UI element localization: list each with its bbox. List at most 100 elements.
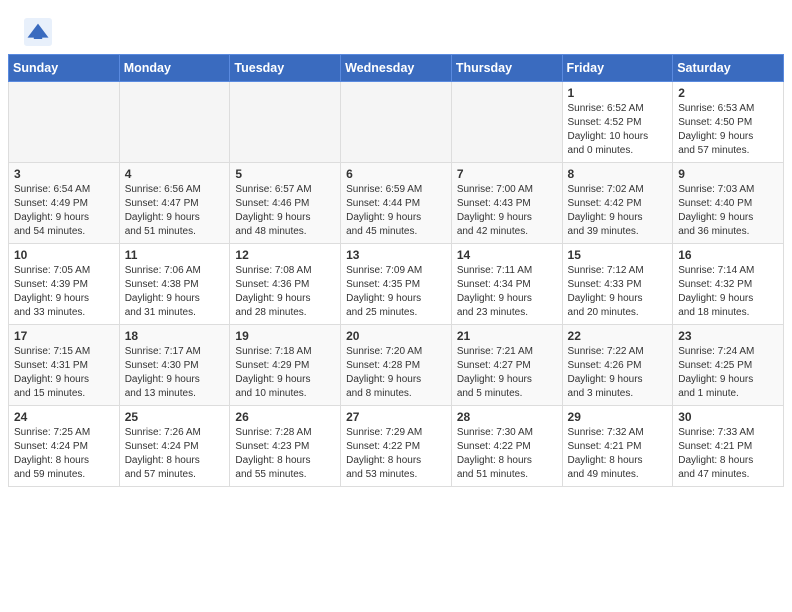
weekday-header-cell: Monday bbox=[119, 55, 230, 82]
day-number: 29 bbox=[568, 410, 668, 424]
day-info: Sunrise: 6:56 AM Sunset: 4:47 PM Dayligh… bbox=[125, 183, 225, 239]
day-info: Sunrise: 6:54 AM Sunset: 4:49 PM Dayligh… bbox=[14, 183, 114, 239]
day-number: 15 bbox=[568, 248, 668, 262]
day-number: 16 bbox=[678, 248, 778, 262]
calendar-wrap: SundayMondayTuesdayWednesdayThursdayFrid… bbox=[0, 54, 792, 495]
day-info: Sunrise: 7:24 AM Sunset: 4:25 PM Dayligh… bbox=[678, 345, 778, 401]
day-number: 11 bbox=[125, 248, 225, 262]
day-info: Sunrise: 6:59 AM Sunset: 4:44 PM Dayligh… bbox=[346, 183, 446, 239]
day-number: 6 bbox=[346, 167, 446, 181]
calendar-day-cell: 7Sunrise: 7:00 AM Sunset: 4:43 PM Daylig… bbox=[451, 163, 562, 244]
calendar-table: SundayMondayTuesdayWednesdayThursdayFrid… bbox=[8, 54, 784, 487]
calendar-day-cell: 8 Sunrise: 7:02 AM Sunset: 4:42 PM Daylig… bbox=[562, 163, 673, 244]
calendar-day-cell: 24 Sunrise: 7:25 AM Sunset: 4:24 PM Dayli… bbox=[9, 406, 120, 487]
day-number: 17 bbox=[14, 329, 114, 343]
day-number: 18 bbox=[125, 329, 225, 343]
day-number: 23 bbox=[678, 329, 778, 343]
calendar-day-cell: 28 Sunrise: 7:30 AM Sunset: 4:22 PM Dayli… bbox=[451, 406, 562, 487]
day-number: 1 bbox=[568, 86, 668, 100]
day-info: Sunrise: 7:22 AM Sunset: 4:26 PM Dayligh… bbox=[568, 345, 668, 401]
day-info: Sunrise: 7:12 AM Sunset: 4:33 PM Dayligh… bbox=[568, 264, 668, 320]
calendar-day-cell: 29 Sunrise: 7:32 AM Sunset: 4:21 PM Dayli… bbox=[562, 406, 673, 487]
day-number: 25 bbox=[125, 410, 225, 424]
day-info: Sunrise: 7:28 AM Sunset: 4:23 PM Dayligh… bbox=[235, 426, 335, 482]
day-info: Sunrise: 7:30 AM Sunset: 4:22 PM Dayligh… bbox=[457, 426, 557, 482]
day-number: 5 bbox=[235, 167, 335, 181]
calendar-week-row: 17 Sunrise: 7:15 AM Sunset: 4:31 PM Dayli… bbox=[9, 325, 784, 406]
day-number: 13 bbox=[346, 248, 446, 262]
day-info: Sunrise: 7:02 AM Sunset: 4:42 PM Dayligh… bbox=[568, 183, 668, 239]
day-number: 3 bbox=[14, 167, 114, 181]
day-number: 12 bbox=[235, 248, 335, 262]
day-info: Sunrise: 7:15 AM Sunset: 4:31 PM Dayligh… bbox=[14, 345, 114, 401]
day-info: Sunrise: 7:29 AM Sunset: 4:22 PM Dayligh… bbox=[346, 426, 446, 482]
calendar-day-cell: 6 Sunrise: 6:59 AM Sunset: 4:44 PM Daylig… bbox=[341, 163, 452, 244]
calendar-day-cell: 20 Sunrise: 7:20 AM Sunset: 4:28 PM Dayli… bbox=[341, 325, 452, 406]
day-info: Sunrise: 7:20 AM Sunset: 4:28 PM Dayligh… bbox=[346, 345, 446, 401]
calendar-day-cell: 9 Sunrise: 7:03 AM Sunset: 4:40 PM Daylig… bbox=[673, 163, 784, 244]
day-info: Sunrise: 7:08 AM Sunset: 4:36 PM Dayligh… bbox=[235, 264, 335, 320]
weekday-header-cell: Thursday bbox=[451, 55, 562, 82]
day-number: 10 bbox=[14, 248, 114, 262]
calendar-day-cell: 12 Sunrise: 7:08 AM Sunset: 4:36 PM Dayli… bbox=[230, 244, 341, 325]
day-info: Sunrise: 6:53 AM Sunset: 4:50 PM Dayligh… bbox=[678, 102, 778, 158]
weekday-header-cell: Wednesday bbox=[341, 55, 452, 82]
calendar-day-cell: 1 Sunrise: 6:52 AM Sunset: 4:52 PM Daylig… bbox=[562, 82, 673, 163]
calendar-day-cell: 4 Sunrise: 6:56 AM Sunset: 4:47 PM Daylig… bbox=[119, 163, 230, 244]
calendar-day-cell: 27 Sunrise: 7:29 AM Sunset: 4:22 PM Dayli… bbox=[341, 406, 452, 487]
weekday-header-cell: Friday bbox=[562, 55, 673, 82]
day-number: 30 bbox=[678, 410, 778, 424]
day-number: 2 bbox=[678, 86, 778, 100]
calendar-day-cell: 19 Sunrise: 7:18 AM Sunset: 4:29 PM Dayli… bbox=[230, 325, 341, 406]
day-number: 19 bbox=[235, 329, 335, 343]
calendar-week-row: 24 Sunrise: 7:25 AM Sunset: 4:24 PM Dayli… bbox=[9, 406, 784, 487]
calendar-day-cell bbox=[341, 82, 452, 163]
day-info: Sunrise: 7:06 AM Sunset: 4:38 PM Dayligh… bbox=[125, 264, 225, 320]
day-number: 9 bbox=[678, 167, 778, 181]
calendar-header: SundayMondayTuesdayWednesdayThursdayFrid… bbox=[9, 55, 784, 82]
logo bbox=[24, 18, 56, 46]
day-number: 7 bbox=[457, 167, 557, 181]
weekday-header-cell: Sunday bbox=[9, 55, 120, 82]
day-number: 20 bbox=[346, 329, 446, 343]
calendar-week-row: 1 Sunrise: 6:52 AM Sunset: 4:52 PM Daylig… bbox=[9, 82, 784, 163]
day-info: Sunrise: 7:21 AM Sunset: 4:27 PM Dayligh… bbox=[457, 345, 557, 401]
calendar-day-cell: 16Sunrise: 7:14 AM Sunset: 4:32 PM Dayli… bbox=[673, 244, 784, 325]
calendar-day-cell bbox=[119, 82, 230, 163]
day-info: Sunrise: 6:52 AM Sunset: 4:52 PM Dayligh… bbox=[568, 102, 668, 158]
calendar-day-cell: 30 Sunrise: 7:33 AM Sunset: 4:21 PM Dayli… bbox=[673, 406, 784, 487]
day-number: 21 bbox=[457, 329, 557, 343]
day-info: Sunrise: 7:09 AM Sunset: 4:35 PM Dayligh… bbox=[346, 264, 446, 320]
calendar-day-cell: 18 Sunrise: 7:17 AM Sunset: 4:30 PM Dayli… bbox=[119, 325, 230, 406]
weekday-header-cell: Tuesday bbox=[230, 55, 341, 82]
day-info: Sunrise: 7:17 AM Sunset: 4:30 PM Dayligh… bbox=[125, 345, 225, 401]
day-number: 27 bbox=[346, 410, 446, 424]
weekday-header-row: SundayMondayTuesdayWednesdayThursdayFrid… bbox=[9, 55, 784, 82]
page-header bbox=[0, 0, 792, 54]
calendar-day-cell: 2 Sunrise: 6:53 AM Sunset: 4:50 PM Daylig… bbox=[673, 82, 784, 163]
day-number: 28 bbox=[457, 410, 557, 424]
calendar-week-row: 3 Sunrise: 6:54 AM Sunset: 4:49 PM Daylig… bbox=[9, 163, 784, 244]
day-number: 24 bbox=[14, 410, 114, 424]
day-number: 4 bbox=[125, 167, 225, 181]
day-info: Sunrise: 7:25 AM Sunset: 4:24 PM Dayligh… bbox=[14, 426, 114, 482]
day-info: Sunrise: 7:11 AM Sunset: 4:34 PM Dayligh… bbox=[457, 264, 557, 320]
day-number: 14 bbox=[457, 248, 557, 262]
logo-icon bbox=[24, 18, 52, 46]
day-info: Sunrise: 7:03 AM Sunset: 4:40 PM Dayligh… bbox=[678, 183, 778, 239]
day-info: Sunrise: 7:33 AM Sunset: 4:21 PM Dayligh… bbox=[678, 426, 778, 482]
calendar-day-cell: 22 Sunrise: 7:22 AM Sunset: 4:26 PM Dayli… bbox=[562, 325, 673, 406]
day-info: Sunrise: 7:32 AM Sunset: 4:21 PM Dayligh… bbox=[568, 426, 668, 482]
calendar-day-cell: 3 Sunrise: 6:54 AM Sunset: 4:49 PM Daylig… bbox=[9, 163, 120, 244]
day-number: 8 bbox=[568, 167, 668, 181]
day-info: Sunrise: 7:26 AM Sunset: 4:24 PM Dayligh… bbox=[125, 426, 225, 482]
calendar-day-cell: 5Sunrise: 6:57 AM Sunset: 4:46 PM Daylig… bbox=[230, 163, 341, 244]
calendar-week-row: 10Sunrise: 7:05 AM Sunset: 4:39 PM Dayli… bbox=[9, 244, 784, 325]
calendar-day-cell: 23 Sunrise: 7:24 AM Sunset: 4:25 PM Dayli… bbox=[673, 325, 784, 406]
calendar-day-cell: 13 Sunrise: 7:09 AM Sunset: 4:35 PM Dayli… bbox=[341, 244, 452, 325]
calendar-day-cell bbox=[451, 82, 562, 163]
calendar-day-cell: 21 Sunrise: 7:21 AM Sunset: 4:27 PM Dayli… bbox=[451, 325, 562, 406]
calendar-day-cell: 11 Sunrise: 7:06 AM Sunset: 4:38 PM Dayli… bbox=[119, 244, 230, 325]
day-number: 22 bbox=[568, 329, 668, 343]
day-info: Sunrise: 7:18 AM Sunset: 4:29 PM Dayligh… bbox=[235, 345, 335, 401]
